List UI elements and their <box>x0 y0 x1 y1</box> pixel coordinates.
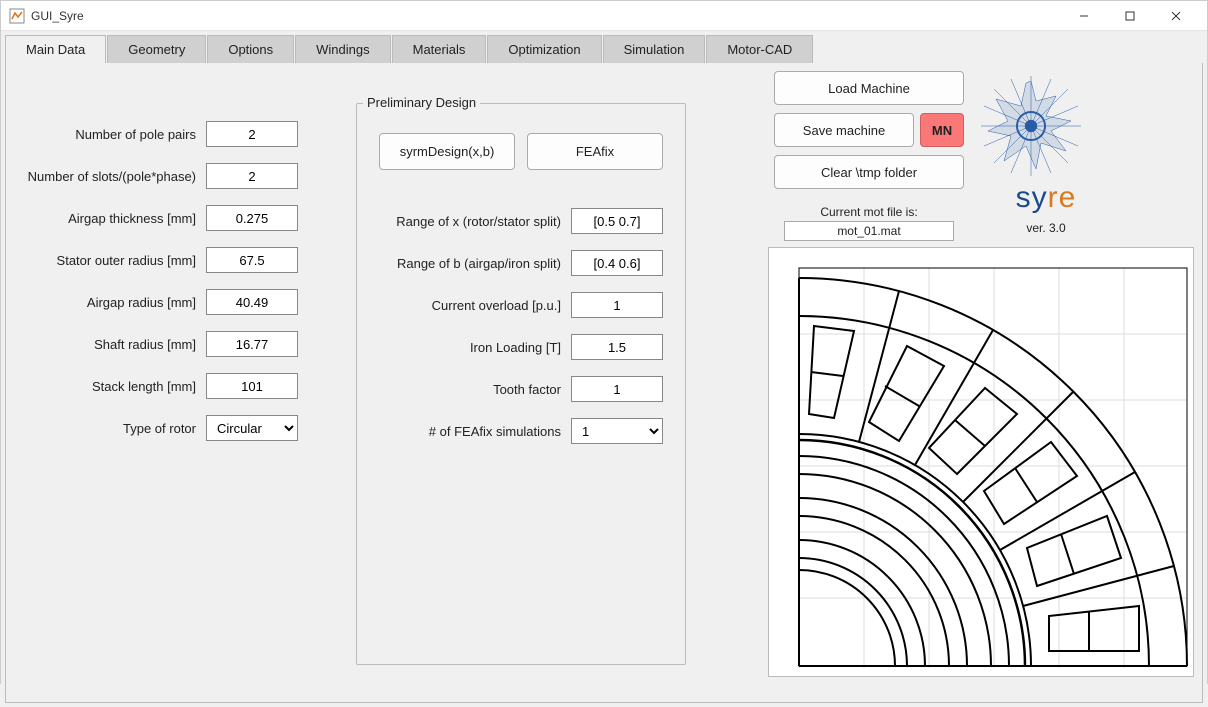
syre-logo-text: syre <box>976 181 1116 215</box>
input-pole-pairs[interactable] <box>206 121 298 147</box>
close-button[interactable] <box>1153 1 1199 31</box>
label-feafix-sims: # of FEAfix simulations <box>357 424 571 439</box>
syre-logo-icon <box>976 71 1086 181</box>
input-stator-radius[interactable] <box>206 247 298 273</box>
label-current-overload: Current overload [p.u.] <box>357 298 571 313</box>
tab-options[interactable]: Options <box>207 35 294 63</box>
tab-materials[interactable]: Materials <box>392 35 487 63</box>
current-mot-file: mot_01.mat <box>784 221 954 241</box>
main-data-form: Number of pole pairs Number of slots/(po… <box>6 113 346 449</box>
input-iron-loading[interactable] <box>571 334 663 360</box>
label-tooth-factor: Tooth factor <box>357 382 571 397</box>
motor-cross-section-plot <box>768 247 1194 677</box>
tab-windings[interactable]: Windings <box>295 35 390 63</box>
input-airgap-thickness[interactable] <box>206 205 298 231</box>
tab-main-data[interactable]: Main Data <box>5 35 106 63</box>
label-iron-loading: Iron Loading [T] <box>357 340 571 355</box>
feafix-button[interactable]: FEAfix <box>527 133 663 170</box>
label-airgap-radius: Airgap radius [mm] <box>6 295 206 310</box>
syrm-design-button[interactable]: syrmDesign(x,b) <box>379 133 515 170</box>
window-title: GUI_Syre <box>31 9 84 23</box>
label-rotor-type: Type of rotor <box>6 421 206 436</box>
input-slots[interactable] <box>206 163 298 189</box>
select-rotor-type[interactable]: Circular <box>206 415 298 441</box>
label-shaft-radius: Shaft radius [mm] <box>6 337 206 352</box>
load-machine-button[interactable]: Load Machine <box>774 71 964 105</box>
input-airgap-radius[interactable] <box>206 289 298 315</box>
clear-tmp-button[interactable]: Clear \tmp folder <box>774 155 964 189</box>
tab-optimization[interactable]: Optimization <box>487 35 601 63</box>
input-range-b[interactable] <box>571 250 663 276</box>
preliminary-design-group: Preliminary Design syrmDesign(x,b) FEAfi… <box>356 103 686 665</box>
input-tooth-factor[interactable] <box>571 376 663 402</box>
label-stator-radius: Stator outer radius [mm] <box>6 253 206 268</box>
tab-geometry[interactable]: Geometry <box>107 35 206 63</box>
input-current-overload[interactable] <box>571 292 663 318</box>
maximize-button[interactable] <box>1107 1 1153 31</box>
label-stack-length: Stack length [mm] <box>6 379 206 394</box>
save-machine-button[interactable]: Save machine <box>774 113 914 147</box>
preliminary-design-title: Preliminary Design <box>363 95 480 110</box>
tab-motor-cad[interactable]: Motor-CAD <box>706 35 813 63</box>
version-label: ver. 3.0 <box>976 221 1116 235</box>
current-mot-label: Current mot file is: <box>774 205 964 219</box>
label-slots: Number of slots/(pole*phase) <box>6 169 206 184</box>
label-pole-pairs: Number of pole pairs <box>6 127 206 142</box>
app-icon <box>9 8 25 24</box>
mn-button[interactable]: MN <box>920 113 964 147</box>
label-range-b: Range of b (airgap/iron split) <box>357 256 571 271</box>
label-range-x: Range of x (rotor/stator split) <box>357 214 571 229</box>
tab-simulation[interactable]: Simulation <box>603 35 706 63</box>
input-shaft-radius[interactable] <box>206 331 298 357</box>
minimize-button[interactable] <box>1061 1 1107 31</box>
label-airgap-thickness: Airgap thickness [mm] <box>6 211 206 226</box>
right-panel: Load Machine Save machine MN Clear \tmp … <box>762 71 1200 677</box>
tab-bar: Main Data Geometry Options Windings Mate… <box>5 35 1203 63</box>
titlebar: GUI_Syre <box>1 1 1207 31</box>
input-range-x[interactable] <box>571 208 663 234</box>
input-stack-length[interactable] <box>206 373 298 399</box>
select-feafix-sims[interactable]: 1 <box>571 418 663 444</box>
